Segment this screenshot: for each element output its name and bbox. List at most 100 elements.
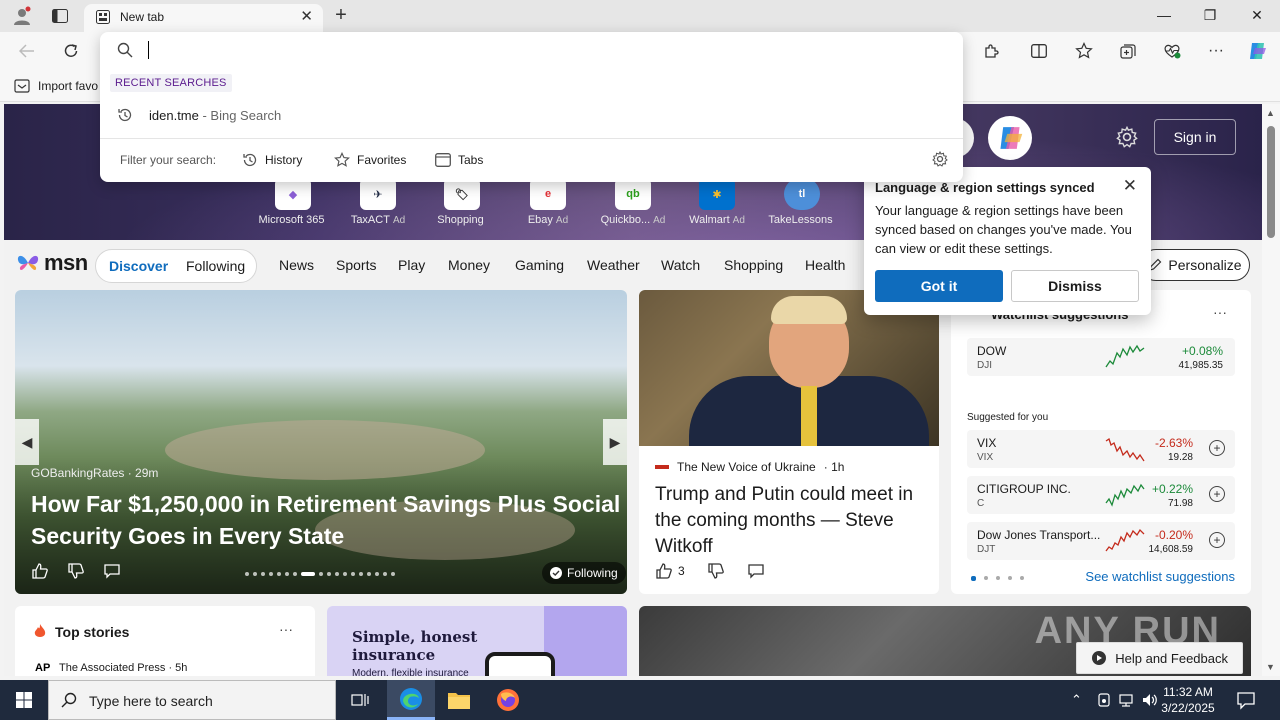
taskbar-edge[interactable] <box>387 680 435 720</box>
split-screen-button[interactable] <box>1026 39 1052 63</box>
nav-gaming[interactable]: Gaming <box>515 257 564 273</box>
browser-tab[interactable]: New tab ✕ <box>84 4 323 32</box>
article-title[interactable]: How Far $1,250,000 in Retirement Savings… <box>31 488 621 552</box>
tab-title: New tab <box>120 10 165 24</box>
scroll-up-icon[interactable]: ▲ <box>1266 108 1275 118</box>
comment-icon[interactable] <box>747 562 765 580</box>
start-button[interactable] <box>0 680 48 720</box>
quicklink-takelessons[interactable]: tl TakeLessons <box>762 178 842 226</box>
nav-weather[interactable]: Weather <box>587 257 640 273</box>
back-button[interactable] <box>14 39 40 63</box>
personalize-button[interactable]: Personalize <box>1140 249 1250 281</box>
nav-shopping[interactable]: Shopping <box>724 257 783 273</box>
taskbar-search-box[interactable]: Type here to search <box>48 680 336 720</box>
sign-in-button[interactable]: Sign in <box>1154 119 1236 155</box>
tray-device-icon[interactable] <box>1096 692 1112 708</box>
minimize-button[interactable]: — <box>1141 0 1187 32</box>
carousel-prev-button[interactable]: ◀ <box>15 419 39 465</box>
news-article-card[interactable]: The New Voice of Ukraine · 1h Trump and … <box>639 290 939 594</box>
carousel-next-button[interactable]: ▶ <box>603 419 627 465</box>
nav-health[interactable]: Health <box>805 257 845 273</box>
taskbar-firefox[interactable] <box>484 680 532 720</box>
filter-history[interactable]: History <box>242 150 302 170</box>
page-scrollbar[interactable]: ▲ ▼ <box>1262 104 1280 676</box>
following-badge[interactable]: Following <box>542 562 626 584</box>
add-to-watchlist-button[interactable]: + <box>1209 440 1225 456</box>
filter-favorites[interactable]: Favorites <box>334 150 406 170</box>
galaxy-image-card[interactable]: ANY RUN Help and Feedback <box>639 606 1251 676</box>
scroll-down-icon[interactable]: ▼ <box>1266 662 1275 672</box>
see-watchlist-suggestions-link[interactable]: See watchlist suggestions <box>1085 569 1235 584</box>
nav-sports[interactable]: Sports <box>336 257 376 273</box>
history-icon <box>243 153 257 167</box>
help-and-feedback-button[interactable]: Help and Feedback <box>1076 642 1243 674</box>
copilot-icon <box>1000 127 1023 149</box>
flame-icon <box>34 624 46 637</box>
quicklink-ebay[interactable]: e Ebay Ad <box>508 178 588 226</box>
search-settings-gear-icon[interactable] <box>932 151 948 167</box>
close-popup-icon[interactable]: ✕ <box>1123 177 1137 195</box>
quicklink-quickbooks[interactable]: qb Quickbo... Ad <box>593 178 673 226</box>
quicklink-label: Microsoft 365 <box>258 214 325 226</box>
nav-play[interactable]: Play <box>398 257 425 273</box>
thumbs-up-icon[interactable] <box>655 562 673 580</box>
top-stories-more-button[interactable]: ··· <box>279 621 293 637</box>
import-favorites-link[interactable]: Import favo <box>38 79 98 93</box>
profile-button[interactable] <box>8 4 36 28</box>
tray-overflow-chevron-icon[interactable]: ⌃ <box>1071 692 1082 708</box>
task-view-button[interactable] <box>336 680 384 720</box>
quicklink-shopping[interactable]: 🏷 Shopping <box>422 178 502 226</box>
nav-news[interactable]: News <box>279 257 314 273</box>
quicklink-taxact[interactable]: ✈ TaxACT Ad <box>338 178 418 226</box>
copilot-button[interactable] <box>1244 39 1270 63</box>
recent-search-suggestion[interactable]: iden.tme - Bing Search <box>100 102 963 128</box>
stock-row-citigroup[interactable]: CITIGROUP INC. C +0.22% 71.98 + <box>967 476 1235 514</box>
system-clock[interactable]: 11:32 AM 3/22/2025 <box>1150 684 1226 716</box>
tab-discover[interactable]: Discover <box>109 258 168 274</box>
new-tab-button[interactable]: + <box>330 5 352 27</box>
address-input-caret[interactable] <box>148 41 149 59</box>
thumbs-down-icon[interactable] <box>67 562 85 580</box>
quicklink-microsoft-365[interactable]: ◆ Microsoft 365 <box>253 178 333 226</box>
notification-icon[interactable] <box>1236 690 1256 710</box>
extensions-button[interactable] <box>978 39 1004 63</box>
collections-button[interactable] <box>1115 39 1141 63</box>
close-window-button[interactable]: ✕ <box>1234 0 1280 32</box>
msn-logo[interactable]: msn <box>16 250 88 276</box>
browser-essentials-button[interactable] <box>1159 39 1185 63</box>
comment-icon[interactable] <box>103 562 121 580</box>
network-icon[interactable] <box>1119 692 1135 708</box>
insurance-ad-card[interactable]: Simple, honest insurance Modern, flexibl… <box>327 606 627 676</box>
hero-article-card[interactable]: ◀ ▶ GOBankingRates · 29m How Far $1,250,… <box>15 290 627 594</box>
got-it-button[interactable]: Got it <box>875 270 1003 302</box>
filter-tabs[interactable]: Tabs <box>435 150 483 170</box>
news-title[interactable]: Trump and Putin could meet in the coming… <box>655 482 925 560</box>
stock-row-vix[interactable]: VIX VIX -2.63% 19.28 + <box>967 430 1235 468</box>
page-settings-gear-icon[interactable] <box>1116 126 1138 148</box>
stock-row-dow[interactable]: DOW DJI +0.08% 41,985.35 <box>967 338 1235 376</box>
watchlist-more-button[interactable]: ··· <box>1213 304 1227 320</box>
refresh-button[interactable] <box>58 39 84 63</box>
copilot-launch-button[interactable] <box>988 116 1032 160</box>
tabs-icon <box>435 153 451 167</box>
taskbar-file-explorer[interactable] <box>435 680 483 720</box>
quicklink-walmart[interactable]: ✱ Walmart Ad <box>677 178 757 226</box>
close-tab-icon[interactable]: ✕ <box>300 9 313 25</box>
ap-logo: AP <box>35 662 51 674</box>
dismiss-button[interactable]: Dismiss <box>1011 270 1139 302</box>
add-to-watchlist-button[interactable]: + <box>1209 486 1225 502</box>
thumbs-down-icon[interactable] <box>707 562 725 580</box>
tab-actions-button[interactable] <box>46 4 74 28</box>
restore-button[interactable]: ❐ <box>1187 0 1233 32</box>
nav-watch[interactable]: Watch <box>661 257 700 273</box>
tab-following[interactable]: Following <box>186 258 245 274</box>
address-bar-dropdown[interactable]: RECENT SEARCHES iden.tme - Bing Search F… <box>100 32 963 182</box>
stock-row-dow-transport[interactable]: Dow Jones Transport... DJT -0.20% 14,608… <box>967 522 1235 560</box>
scrollbar-thumb[interactable] <box>1267 126 1275 238</box>
microsoft-365-icon: ◆ <box>275 178 311 210</box>
add-to-watchlist-button[interactable]: + <box>1209 532 1225 548</box>
favorites-button[interactable] <box>1071 39 1097 63</box>
thumbs-up-icon[interactable] <box>31 562 49 580</box>
settings-more-button[interactable]: ··· <box>1203 39 1229 63</box>
nav-money[interactable]: Money <box>448 257 490 273</box>
